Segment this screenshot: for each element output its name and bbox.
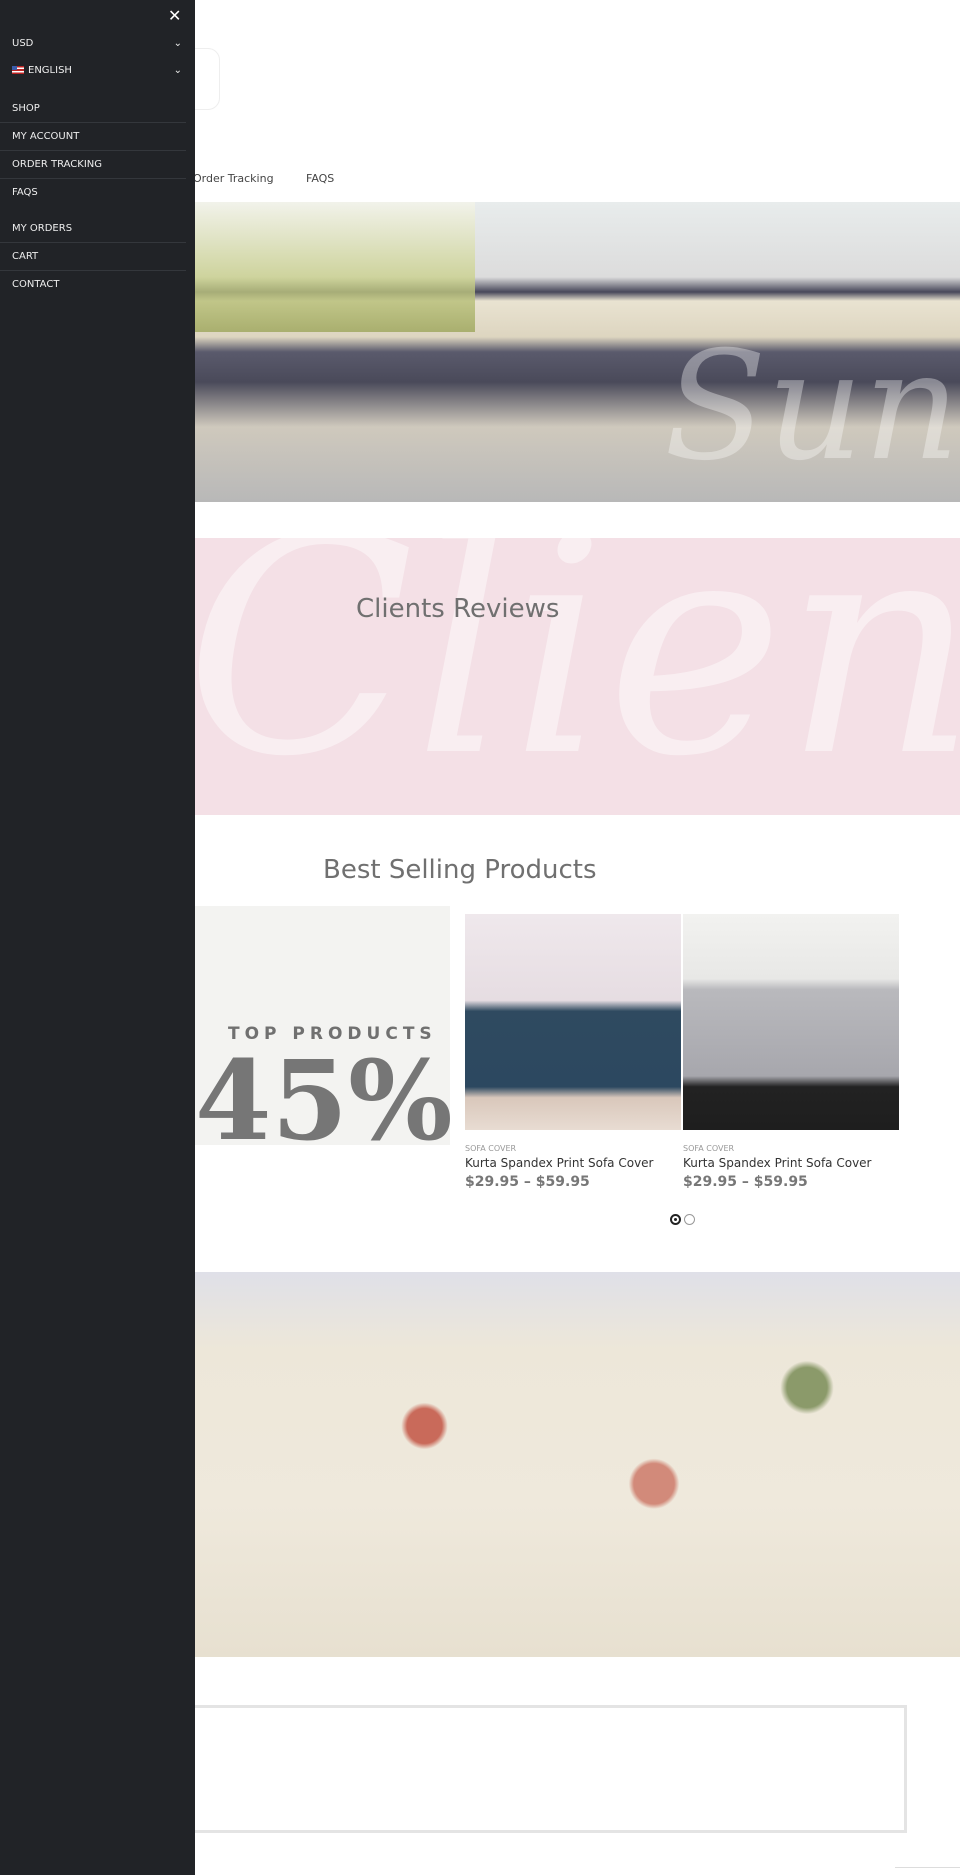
- menu-primary: SHOP MY ACCOUNT ORDER TRACKING FAQS: [0, 95, 190, 207]
- mobile-menu-drawer: ✕ USD ⌄ ENGLISH ⌄ SHOP MY ACCOUNT ORDER TR…: [0, 0, 195, 1875]
- carousel-dot-1[interactable]: [670, 1214, 681, 1225]
- product-category[interactable]: SOFA COVER: [683, 1144, 734, 1153]
- menu-item-shop[interactable]: SHOP: [0, 95, 186, 123]
- promo-banner[interactable]: TOP PRODUCTS 45%: [195, 906, 450, 1145]
- nav-faqs[interactable]: FAQS: [306, 172, 334, 185]
- menu-item-my-orders[interactable]: MY ORDERS: [0, 215, 186, 243]
- currency-select[interactable]: USD ⌄: [12, 38, 182, 49]
- content-box: [190, 1705, 907, 1833]
- floral-sofa-banner[interactable]: [195, 1272, 960, 1657]
- product-name[interactable]: Kurta Spandex Print Sofa Cover: [683, 1156, 872, 1170]
- hero-window: [195, 202, 475, 332]
- carousel-dot-2[interactable]: [684, 1214, 695, 1225]
- product-price: $29.95 – $59.95: [683, 1174, 808, 1190]
- nav-order-tracking[interactable]: Order Tracking: [193, 172, 274, 185]
- product-price: $29.95 – $59.95: [465, 1174, 590, 1190]
- language-value: ENGLISH: [28, 65, 72, 76]
- product-name[interactable]: Kurta Spandex Print Sofa Cover: [465, 1156, 654, 1170]
- close-icon[interactable]: ✕: [168, 6, 181, 25]
- hero-banner[interactable]: Sun: [195, 202, 960, 502]
- product-category[interactable]: SOFA COVER: [465, 1144, 516, 1153]
- language-select[interactable]: ENGLISH ⌄: [12, 65, 182, 76]
- hero-script-text: Sun: [664, 320, 960, 494]
- best-selling-title: Best Selling Products: [323, 855, 597, 885]
- reviews-title: Clients Reviews: [356, 594, 560, 624]
- chevron-down-icon: ⌄: [173, 65, 182, 76]
- us-flag-icon: [12, 66, 24, 74]
- menu-item-order-tracking[interactable]: ORDER TRACKING: [0, 151, 186, 179]
- menu-item-contact[interactable]: CONTACT: [0, 271, 186, 299]
- reviews-script-text: Client: [195, 538, 960, 815]
- menu-item-my-account[interactable]: MY ACCOUNT: [0, 123, 186, 151]
- divider: [895, 1867, 960, 1868]
- menu-item-faqs[interactable]: FAQS: [0, 179, 186, 207]
- product-image[interactable]: [683, 914, 899, 1130]
- product-image[interactable]: [465, 914, 681, 1130]
- chevron-down-icon: ⌄: [173, 38, 182, 49]
- menu-item-cart[interactable]: CART: [0, 243, 186, 271]
- currency-value: USD: [12, 38, 34, 49]
- promo-value: 45%: [195, 1036, 450, 1146]
- menu-secondary: MY ORDERS CART CONTACT: [0, 215, 190, 299]
- reviews-section: Client Clients Reviews: [195, 538, 960, 815]
